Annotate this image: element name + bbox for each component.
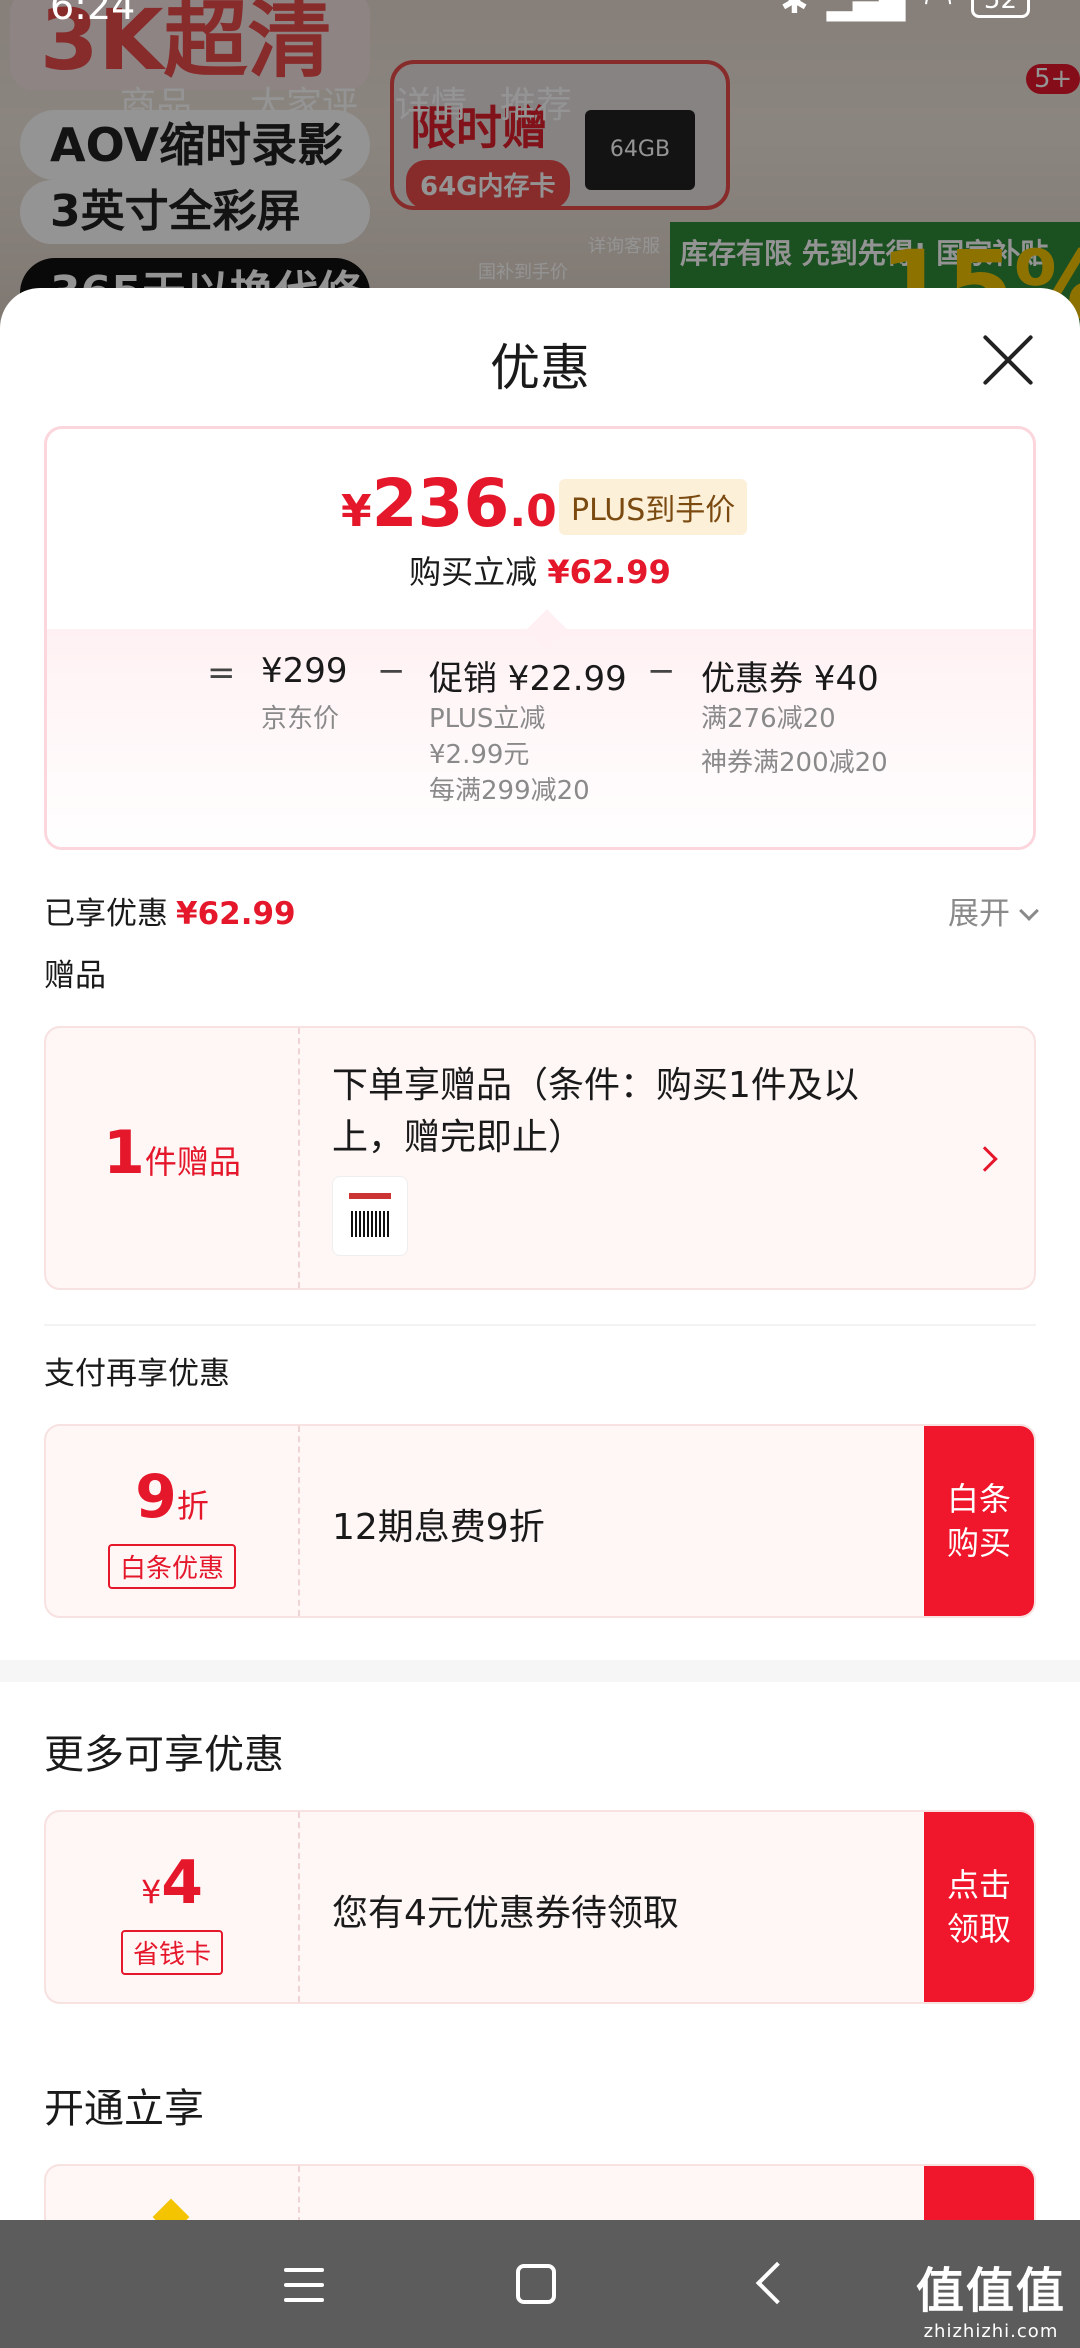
coupon-yen: ¥ [140,1873,162,1911]
coupon-value: ¥4 [46,1848,298,1918]
gift-text-line2: 上，赠完即止） [332,1117,585,1158]
coupon-sub-1: 满276减20 [701,704,836,734]
promo-sub-rule: 每满299减20 [429,776,590,806]
price-summary-box: ¥236.01 PLUS到手价 购买立减 ¥62.99 = ¥299 京东价 −… [44,426,1036,850]
coupon-num: 4 [161,1848,204,1918]
baitiao-badge-wrap: 白条优惠 [46,1544,298,1589]
gift-count-num: 1 [103,1118,145,1188]
coupon-badge: 省钱卡 [120,1930,223,1975]
menu-icon[interactable] [284,2268,324,2302]
minus-sign-1: − [377,651,406,691]
watermark-sub: zhizhizhi.com [923,2321,1059,2342]
claim-coupon-button[interactable]: 点击 领取 [924,1812,1034,2002]
gift-text-line1: 下单享赠品（条件：购买1件及以 [332,1065,859,1106]
discount-sheet: 优惠 ¥236.01 PLUS到手价 购买立减 ¥62.99 = ¥299 京东… [0,288,1080,2220]
baitiao-buy-button[interactable]: 白条 购买 [924,1426,1034,1616]
divider [44,1324,1036,1326]
gift-section-title: 赠品 [44,958,106,994]
baitiao-discount-num: 9 [135,1462,177,1532]
equals-sign: = [207,653,236,693]
buy-reduce-amount: ¥62.99 [547,553,671,591]
minus-sign-2: − [647,651,676,691]
status-bar: 6:24 ✱ ▂▄▆ ◠ 52 [0,0,1080,28]
buy-reduce-label: 购买立减 [409,553,538,591]
diamond-icon [152,2198,190,2220]
home-icon[interactable] [516,2264,556,2304]
plus-price-badge: PLUS到手价 [559,479,748,535]
open-section-title: 开通立享 [44,2086,204,2132]
claim-btn-line1: 点击 [946,1866,1011,1904]
saved-label: 已享优惠 [44,896,168,932]
modal-overlay[interactable] [0,0,1080,330]
bluetooth-icon: ✱ [780,0,809,22]
watermark-logo: 值值值 zhizhizhi.com [916,2251,1066,2342]
expand-button[interactable]: 展开 [948,888,1039,933]
gift-thumb-strip [349,1193,391,1199]
open-card-button[interactable] [924,2166,1034,2220]
baitiao-badge: 白条优惠 [107,1544,236,1589]
baitiao-card-left: 9折 白条优惠 [46,1426,300,1616]
system-nav-bar: 值值值 zhizhizhi.com [0,2220,1080,2348]
more-section-title: 更多可享优惠 [44,1732,284,1778]
gift-count-unit: 件赠品 [144,1143,241,1181]
status-time: 6:24 [50,0,136,28]
gift-thumbnail[interactable] [332,1176,408,1256]
barcode-icon [351,1211,389,1237]
gift-card[interactable]: 1件赠品 下单享赠品（条件：购买1件及以 上，赠完即止） [44,1026,1036,1290]
promo-sub-amount: ¥2.99元 [429,740,530,770]
battery-icon: 52 [970,0,1030,18]
jd-price-label: 京东价 [261,704,340,734]
final-price-int: 236 [371,465,510,542]
baitiao-card[interactable]: 9折 白条优惠 12期息费9折 白条购买 [44,1424,1036,1618]
gift-card-left: 1件赠品 [46,1028,300,1288]
jd-price: ¥299 [261,651,348,691]
coupon-card-left: ¥4 省钱卡 [46,1812,300,2002]
coupon-sub-2: 神券满200减20 [701,748,888,778]
open-card[interactable] [44,2164,1036,2220]
coupon-amount: 优惠券 ¥40 [701,659,879,699]
pay-section-title: 支付再享优惠 [44,1356,230,1392]
coupon-card[interactable]: ¥4 省钱卡 您有4元优惠券待领取 点击领取 [44,1810,1036,2004]
open-card-left [46,2166,300,2220]
baitiao-btn-line1: 白条 [946,1480,1011,1518]
status-icons: ✱ ▂▄▆ ◠ 52 [780,0,1030,22]
signal-icon: ▂▄▆ [826,0,906,22]
back-icon[interactable] [755,2261,799,2305]
saved-row: 已享优惠 ¥62.99 [44,888,296,933]
baitiao-discount: 9折 [46,1462,298,1532]
baitiao-text: 12期息费9折 [332,1507,545,1548]
baitiao-discount-unit: 折 [176,1487,209,1525]
coupon-badge-wrap: 省钱卡 [46,1930,298,1975]
final-price: ¥236.01 [341,465,587,542]
gift-count: 1件赠品 [46,1118,298,1188]
watermark-main: 值值值 [915,2263,1066,2319]
chevron-down-icon [1019,901,1039,921]
buy-reduce-line: 购买立减 ¥62.99 [47,547,1033,593]
coupon-text: 您有4元优惠券待领取 [332,1893,679,1934]
final-price-yen: ¥ [341,486,372,537]
chevron-right-icon [972,1146,998,1172]
promo-sub-plus: PLUS立减 [429,704,546,734]
baitiao-btn-line2: 购买 [946,1524,1011,1562]
sheet-title: 优惠 [490,339,590,397]
saved-amount: ¥62.99 [176,896,296,932]
promo-amount: 促销 ¥22.99 [429,659,627,699]
expand-label: 展开 [948,896,1010,932]
close-icon[interactable] [980,332,1036,388]
section-divider [0,1660,1080,1682]
claim-btn-line2: 领取 [946,1910,1011,1948]
wifi-icon: ◠ [923,0,953,22]
